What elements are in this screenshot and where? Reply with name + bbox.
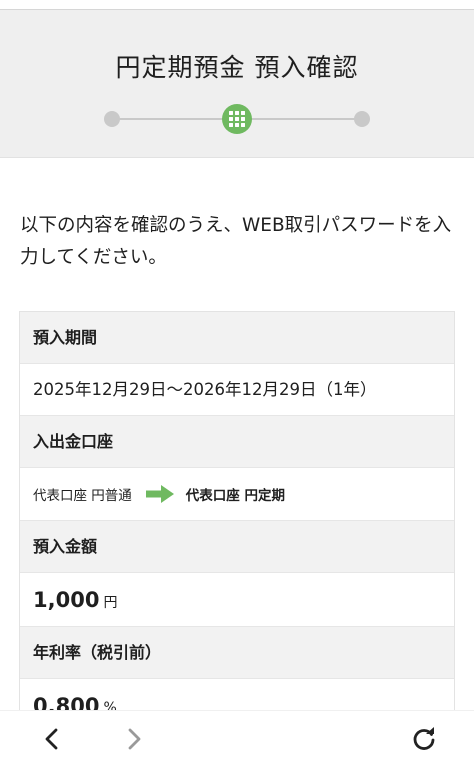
chevron-left-icon xyxy=(45,728,58,750)
forward-button[interactable] xyxy=(120,725,148,753)
step-connector-2 xyxy=(250,118,362,120)
browser-nav-bar xyxy=(0,710,474,766)
detail-table: 預入期間 2025年12月29日〜2026年12月29日（1年） 入出金口座 代… xyxy=(19,311,455,733)
account-to: 代表口座 円定期 xyxy=(185,488,285,504)
period-label: 預入期間 xyxy=(20,312,454,364)
amount-unit: 円 xyxy=(103,594,118,611)
intro-text: 以下の内容を確認のうえ、WEB取引パスワードを入力してください。 xyxy=(20,215,452,268)
page-header: 円定期預金 預入確認 xyxy=(0,10,474,158)
step-1-dot xyxy=(104,111,120,127)
period-value: 2025年12月29日〜2026年12月29日（1年） xyxy=(20,364,454,416)
account-from: 代表口座 円普通 xyxy=(33,488,132,504)
amount-label: 預入金額 xyxy=(20,521,454,573)
reload-icon xyxy=(413,727,435,750)
account-label: 入出金口座 xyxy=(20,416,454,468)
step-connector-1 xyxy=(112,118,224,120)
arrow-right-icon xyxy=(145,485,174,503)
top-divider xyxy=(0,0,474,10)
page-title: 円定期預金 預入確認 xyxy=(115,53,359,82)
amount-value: 1,000 xyxy=(33,587,100,612)
rate-label: 年利率（税引前） xyxy=(20,627,454,679)
step-2-active xyxy=(222,104,252,134)
back-button[interactable] xyxy=(38,725,66,753)
amount-row: 1,000 円 xyxy=(20,573,454,627)
reload-button[interactable] xyxy=(410,725,438,753)
chevron-right-icon xyxy=(128,728,141,750)
account-transfer: 代表口座 円普通 代表口座 円定期 xyxy=(20,468,454,521)
step-3-dot xyxy=(354,111,370,127)
grid-icon xyxy=(229,111,245,127)
progress-stepper xyxy=(0,102,474,136)
